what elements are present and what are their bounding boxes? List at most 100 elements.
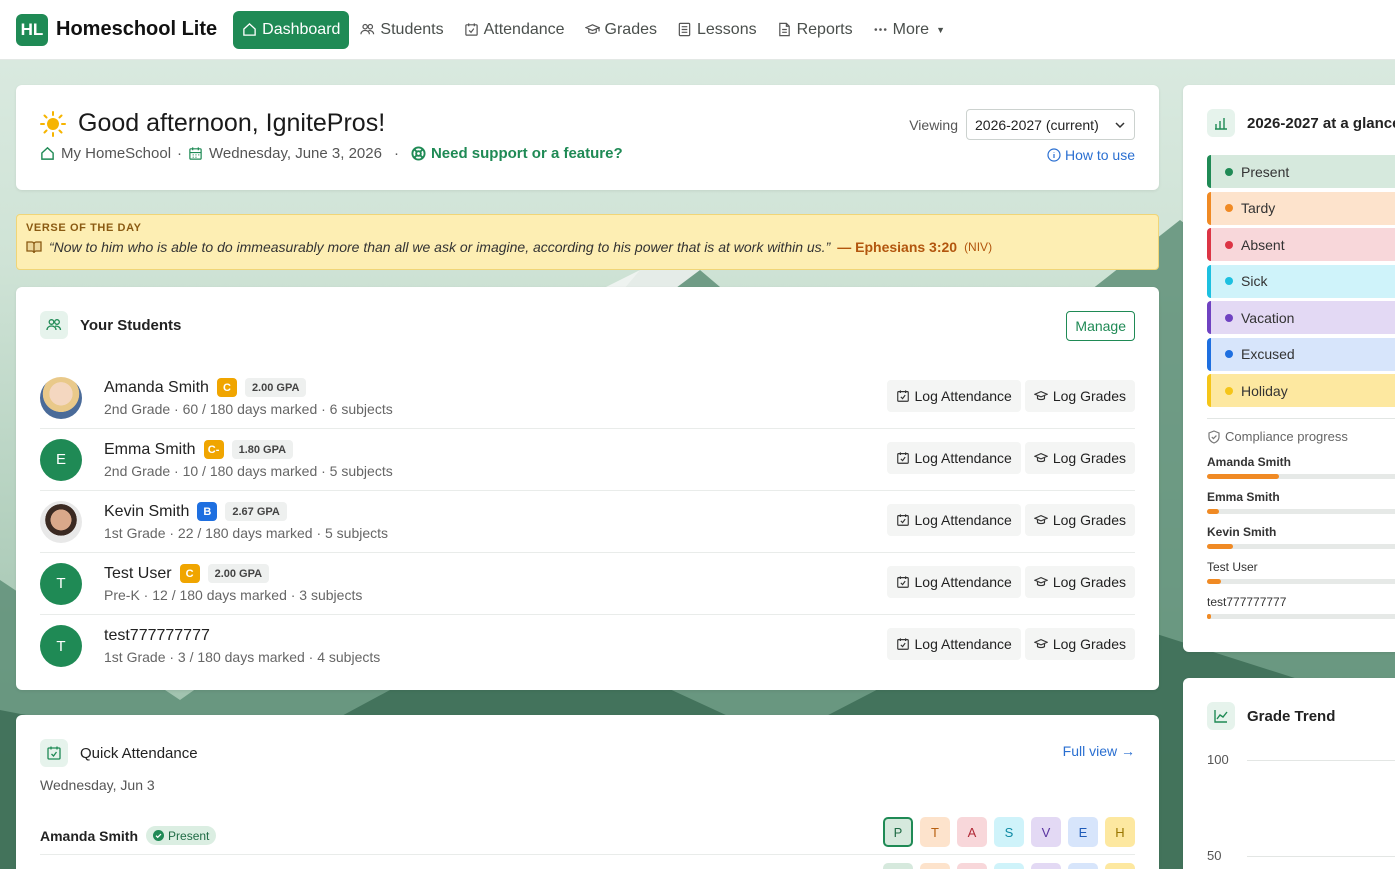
year-select[interactable]: 2026-2027 (current) — [966, 109, 1135, 140]
status-legend: Present Tardy Absent Sick Vacation Excus… — [1207, 155, 1395, 411]
status-sick: Sick — [1207, 264, 1395, 298]
attendance-absent-button[interactable]: A — [957, 817, 987, 847]
line-chart-icon — [1207, 702, 1235, 730]
nav-lessons[interactable]: Lessons — [668, 11, 766, 49]
status-holiday: Holiday — [1207, 374, 1395, 407]
progress-fill — [1207, 614, 1211, 619]
nav-grades[interactable]: Grades — [576, 11, 666, 49]
progress-fill — [1207, 544, 1234, 549]
attendance-row: Amanda Smith Present P T A S V E H — [40, 817, 1135, 855]
student-name[interactable]: test777777777 — [104, 627, 210, 645]
progress-bar — [1207, 509, 1395, 514]
student-name[interactable]: Amanda Smith — [104, 379, 209, 397]
attendance-button[interactable] — [920, 863, 950, 869]
users-icon — [360, 23, 375, 35]
nav-label: More — [892, 20, 930, 38]
compliance-progress: Compliance progress Amanda Smith Emma Sm… — [1207, 418, 1395, 619]
student-row[interactable]: Kevin Smith B 2.67 GPA 1st Grade · 22 / … — [40, 491, 1135, 553]
manage-button[interactable]: Manage — [1066, 311, 1135, 341]
attendance-student-name: Amanda Smith — [40, 827, 139, 844]
graduation-cap-icon — [1033, 453, 1048, 463]
nav-label: Dashboard — [262, 20, 341, 38]
progress-fill — [1207, 509, 1220, 514]
nav-reports[interactable]: Reports — [768, 11, 862, 49]
graduation-cap-icon — [1033, 391, 1048, 401]
status-tardy: Tardy — [1207, 191, 1395, 225]
home-icon — [41, 146, 54, 160]
student-row[interactable]: Amanda Smith C 2.00 GPA 2nd Grade · 60 /… — [40, 367, 1135, 429]
support-link[interactable]: Need support or a feature? — [411, 145, 623, 162]
status-badge: Present — [146, 826, 217, 845]
nav-label: Students — [380, 20, 444, 38]
attendance-row-partial — [883, 863, 1135, 869]
attendance-vacation-button[interactable]: V — [1031, 817, 1061, 847]
users-icon — [40, 311, 68, 339]
document-icon — [778, 22, 790, 37]
progress-fill — [1207, 474, 1279, 479]
attendance-button[interactable] — [1031, 863, 1061, 869]
full-view-link[interactable]: Full view → — [1063, 743, 1135, 759]
log-grades-button[interactable]: Log Grades — [1024, 566, 1135, 598]
home-icon — [243, 22, 256, 36]
letter-grade-badge: C — [216, 378, 237, 397]
student-name[interactable]: Emma Smith — [104, 441, 196, 459]
log-grades-button[interactable]: Log Grades — [1024, 442, 1135, 474]
log-attendance-button[interactable]: Log Attendance — [886, 504, 1021, 536]
attendance-present-button[interactable]: P — [883, 817, 913, 847]
verse-of-the-day: VERSE OF THE DAY “Now to him who is able… — [16, 214, 1159, 270]
status-excused: Excused — [1207, 337, 1395, 371]
log-attendance-button[interactable]: Log Attendance — [886, 566, 1021, 598]
graduation-cap-icon — [584, 24, 600, 34]
greeting-card: Good afternoon, IgnitePros! My HomeSchoo… — [16, 85, 1159, 190]
avatar: T — [40, 625, 82, 667]
attendance-holiday-button[interactable]: H — [1105, 817, 1135, 847]
nav-more[interactable]: More ▼ — [864, 11, 954, 49]
avatar — [40, 376, 82, 419]
log-grades-button[interactable]: Log Grades — [1024, 504, 1135, 536]
attendance-button[interactable] — [1068, 863, 1098, 869]
compliance-item: Kevin Smith — [1207, 525, 1395, 549]
student-name[interactable]: Test User — [104, 565, 172, 583]
avatar: T — [40, 562, 82, 605]
ellipsis-icon — [874, 28, 887, 31]
attendance-button[interactable] — [1105, 863, 1135, 869]
log-grades-button[interactable]: Log Grades — [1024, 380, 1135, 412]
attendance-button[interactable] — [957, 863, 987, 869]
student-row[interactable]: T test777777777 1st Grade · 3 / 180 days… — [40, 615, 1135, 677]
gridline — [1247, 856, 1395, 857]
bar-chart-icon — [1207, 109, 1235, 137]
log-attendance-button[interactable]: Log Attendance — [886, 442, 1021, 474]
viewing-label: Viewing — [909, 116, 958, 133]
calendar-check-icon — [896, 452, 909, 464]
shield-check-icon — [1208, 429, 1220, 444]
attendance-sick-button[interactable]: S — [994, 817, 1024, 847]
how-to-use-link[interactable]: How to use — [1047, 147, 1135, 163]
log-attendance-button[interactable]: Log Attendance — [886, 380, 1021, 412]
status-dot — [1225, 204, 1233, 212]
log-attendance-button[interactable]: Log Attendance — [886, 628, 1021, 660]
compliance-item: Amanda Smith — [1207, 455, 1395, 479]
calendar-check-icon — [896, 390, 909, 402]
status-dot — [1225, 386, 1233, 395]
glance-title: 2026-2027 at a glance — [1247, 114, 1395, 132]
student-row[interactable]: E Emma Smith C- 1.80 GPA 2nd Grade · 10 … — [40, 429, 1135, 491]
gpa-badge: 2.00 GPA — [244, 378, 307, 397]
log-grades-button[interactable]: Log Grades — [1024, 628, 1135, 660]
glance-card: 2026-2027 at a glance Present Tardy Abse… — [1183, 85, 1395, 652]
attendance-excused-button[interactable]: E — [1068, 817, 1098, 847]
student-row[interactable]: T Test User C 2.00 GPA Pre-K · 12 / 180 … — [40, 553, 1135, 615]
student-name[interactable]: Kevin Smith — [104, 503, 189, 521]
avatar: E — [40, 438, 82, 481]
nav-attendance[interactable]: Attendance — [455, 11, 574, 49]
nav-dashboard[interactable]: Dashboard — [233, 10, 350, 49]
attendance-button[interactable] — [994, 863, 1024, 869]
attendance-button[interactable] — [883, 863, 913, 869]
brand-logo: HL — [16, 13, 48, 46]
brand[interactable]: HL Homeschool Lite — [16, 13, 217, 46]
calendar-check-icon — [896, 576, 909, 588]
nav-students[interactable]: Students — [351, 11, 452, 49]
greeting-title: Good afternoon, IgnitePros! — [78, 109, 386, 137]
attendance-tardy-button[interactable]: T — [920, 817, 950, 847]
graduation-cap-icon — [1033, 577, 1048, 587]
verse-version: (NIV) — [964, 240, 993, 254]
